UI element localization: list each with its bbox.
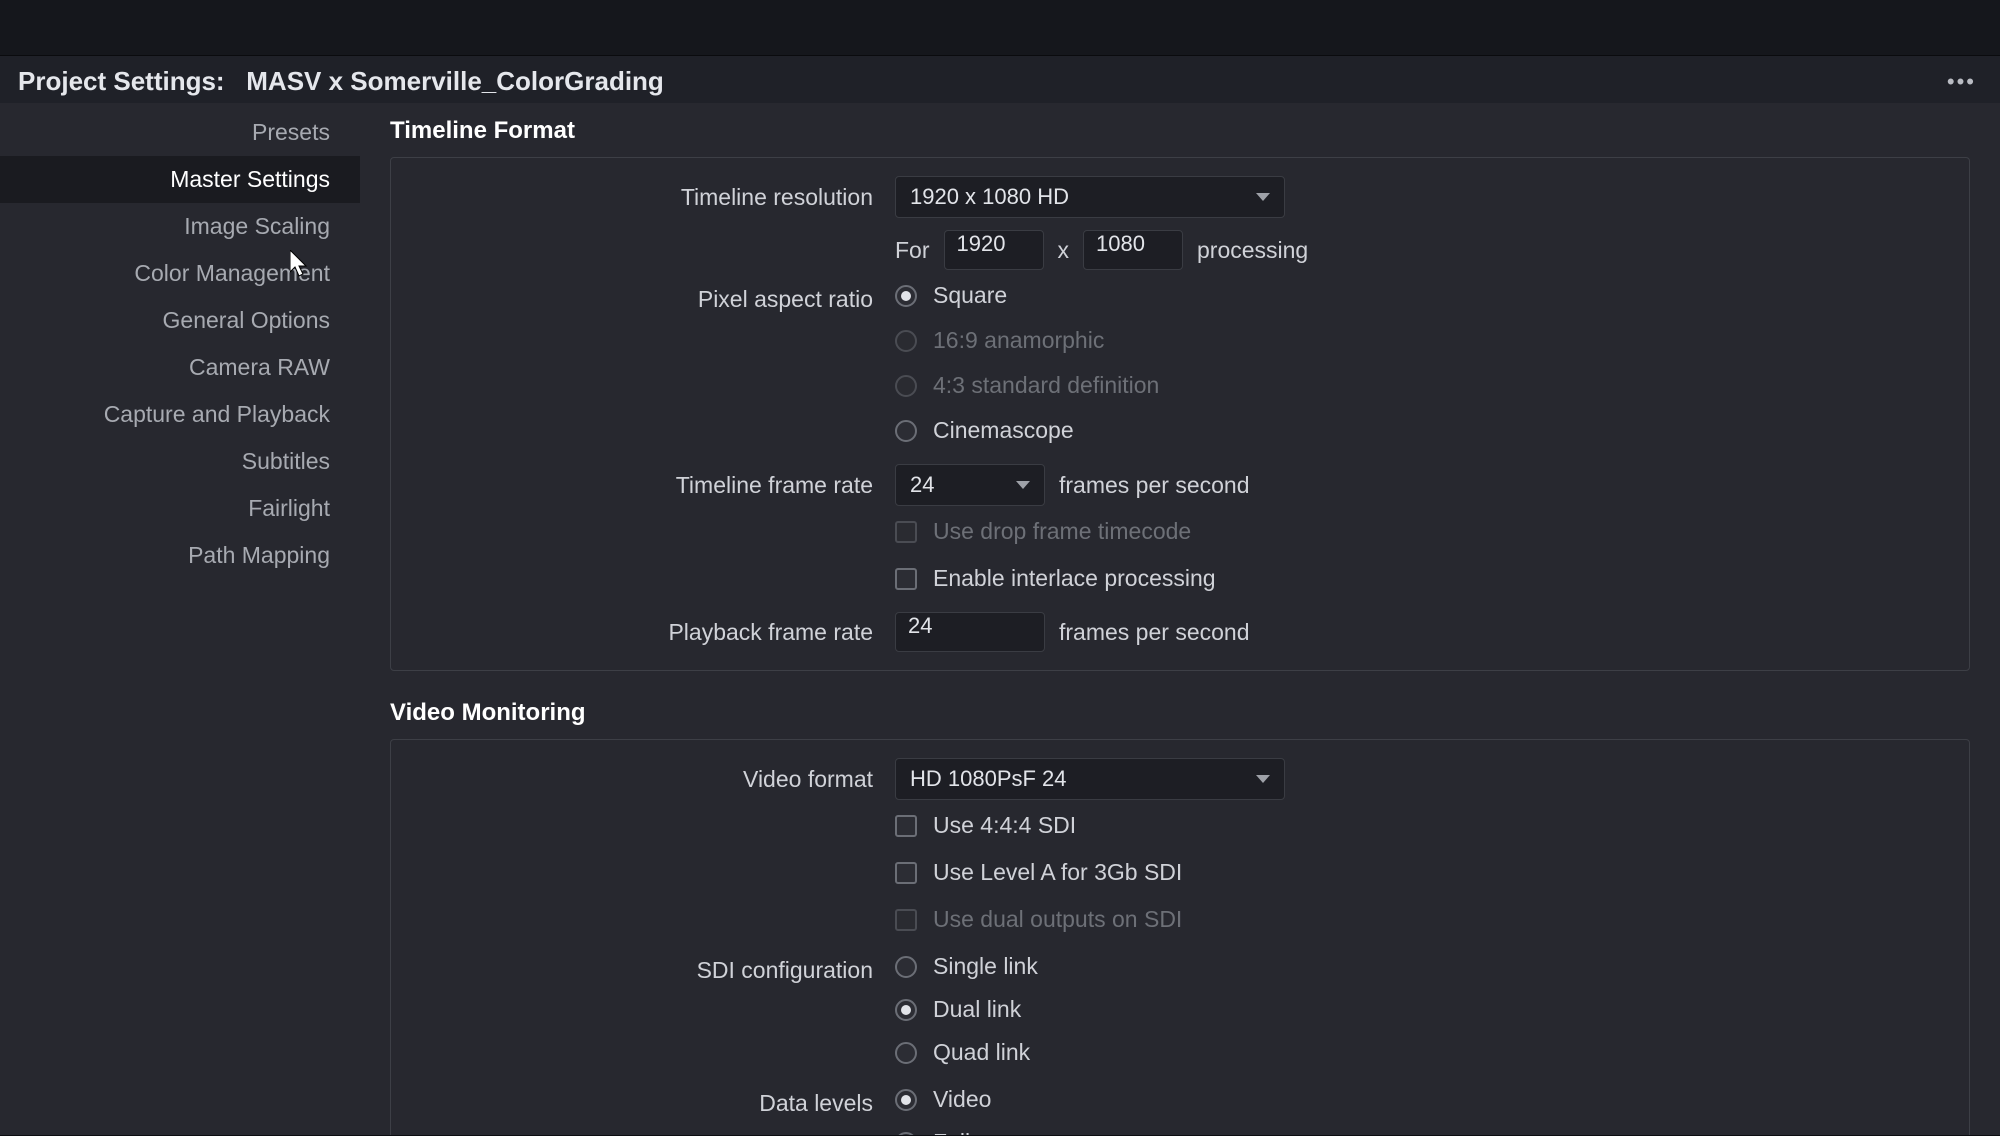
sidebar-item-master-settings[interactable]: Master Settings bbox=[0, 156, 360, 203]
radio-label-169: 16:9 anamorphic bbox=[933, 327, 1104, 354]
radio-sdi-quad[interactable] bbox=[895, 1042, 917, 1064]
sidebar-item-camera-raw[interactable]: Camera RAW bbox=[0, 344, 360, 391]
checkbox-dual-outputs bbox=[895, 909, 917, 931]
sidebar-item-presets[interactable]: Presets bbox=[0, 109, 360, 156]
radio-data-video[interactable] bbox=[895, 1089, 917, 1111]
section-title-video-monitoring: Video Monitoring bbox=[390, 699, 1970, 727]
input-width[interactable]: 1920 bbox=[944, 230, 1044, 270]
section-title-timeline-format: Timeline Format bbox=[390, 117, 1970, 145]
radio-label-sdi-quad: Quad link bbox=[933, 1039, 1030, 1066]
radio-label-data-video: Video bbox=[933, 1086, 991, 1113]
processing-label: processing bbox=[1197, 237, 1308, 264]
radio-label-43: 4:3 standard definition bbox=[933, 372, 1159, 399]
radio-sdi-dual[interactable] bbox=[895, 999, 917, 1021]
checkbox-dropframe bbox=[895, 521, 917, 543]
app-topbar bbox=[0, 0, 2000, 56]
sidebar-item-subtitles[interactable]: Subtitles bbox=[0, 438, 360, 485]
radio-label-sdi-dual: Dual link bbox=[933, 996, 1021, 1023]
checkbox-444-sdi[interactable] bbox=[895, 815, 917, 837]
fps-suffix: frames per second bbox=[1059, 472, 1249, 499]
checkbox-label-dual-outputs: Use dual outputs on SDI bbox=[933, 906, 1182, 933]
checkbox-level-a[interactable] bbox=[895, 862, 917, 884]
label-video-format: Video format bbox=[415, 766, 895, 793]
sidebar-item-general-options[interactable]: General Options bbox=[0, 297, 360, 344]
select-video-format[interactable]: HD 1080PsF 24 bbox=[895, 758, 1285, 800]
chevron-down-icon bbox=[1256, 193, 1270, 201]
chevron-down-icon bbox=[1016, 481, 1030, 489]
input-height[interactable]: 1080 bbox=[1083, 230, 1183, 270]
sidebar-item-capture-playback[interactable]: Capture and Playback bbox=[0, 391, 360, 438]
settings-content: Timeline Format Timeline resolution 1920… bbox=[360, 103, 2000, 1135]
dialog-title: Project Settings: MASV x Somerville_Colo… bbox=[18, 66, 664, 97]
panel-video-monitoring: Video format HD 1080PsF 24 Use 4:4:4 SDI bbox=[390, 739, 1970, 1135]
dialog-body: Presets Master Settings Image Scaling Co… bbox=[0, 103, 2000, 1135]
title-prefix: Project Settings: bbox=[18, 66, 225, 96]
radio-data-full[interactable] bbox=[895, 1132, 917, 1136]
select-value: 1920 x 1080 HD bbox=[910, 184, 1069, 210]
label-timeline-resolution: Timeline resolution bbox=[415, 184, 895, 211]
radio-par-43 bbox=[895, 375, 917, 397]
input-playback-framerate[interactable]: 24 bbox=[895, 612, 1045, 652]
label-pixel-aspect-ratio: Pixel aspect ratio bbox=[415, 282, 895, 313]
checkbox-label-dropframe: Use drop frame timecode bbox=[933, 518, 1191, 545]
radio-label-square: Square bbox=[933, 282, 1007, 309]
label-timeline-framerate: Timeline frame rate bbox=[415, 472, 895, 499]
checkbox-interlace[interactable] bbox=[895, 568, 917, 590]
sidebar-item-fairlight[interactable]: Fairlight bbox=[0, 485, 360, 532]
x-label: x bbox=[1058, 237, 1070, 264]
select-value: HD 1080PsF 24 bbox=[910, 766, 1067, 792]
select-timeline-resolution[interactable]: 1920 x 1080 HD bbox=[895, 176, 1285, 218]
radio-par-cinemascope[interactable] bbox=[895, 420, 917, 442]
sidebar-item-path-mapping[interactable]: Path Mapping bbox=[0, 532, 360, 579]
label-data-levels: Data levels bbox=[415, 1086, 895, 1117]
radio-par-169 bbox=[895, 330, 917, 352]
for-label: For bbox=[895, 237, 930, 264]
checkbox-label-interlace: Enable interlace processing bbox=[933, 565, 1216, 592]
radio-sdi-single[interactable] bbox=[895, 956, 917, 978]
fps-suffix: frames per second bbox=[1059, 619, 1249, 646]
checkbox-label-444-sdi: Use 4:4:4 SDI bbox=[933, 812, 1076, 839]
radio-par-square[interactable] bbox=[895, 285, 917, 307]
options-menu-icon[interactable]: ••• bbox=[1947, 69, 1982, 95]
radio-label-sdi-single: Single link bbox=[933, 953, 1038, 980]
label-sdi-configuration: SDI configuration bbox=[415, 953, 895, 984]
select-value: 24 bbox=[910, 472, 934, 498]
sidebar-item-color-management[interactable]: Color Management bbox=[0, 250, 360, 297]
radio-label-data-full: Full bbox=[933, 1129, 970, 1135]
panel-timeline-format: Timeline resolution 1920 x 1080 HD For 1… bbox=[390, 157, 1970, 671]
label-playback-framerate: Playback frame rate bbox=[415, 619, 895, 646]
chevron-down-icon bbox=[1256, 775, 1270, 783]
checkbox-label-level-a: Use Level A for 3Gb SDI bbox=[933, 859, 1182, 886]
settings-sidebar: Presets Master Settings Image Scaling Co… bbox=[0, 103, 360, 1135]
sidebar-item-image-scaling[interactable]: Image Scaling bbox=[0, 203, 360, 250]
project-name: MASV x Somerville_ColorGrading bbox=[246, 66, 664, 96]
select-timeline-framerate[interactable]: 24 bbox=[895, 464, 1045, 506]
radio-label-cinemascope: Cinemascope bbox=[933, 417, 1074, 444]
dialog-header: Project Settings: MASV x Somerville_Colo… bbox=[0, 56, 2000, 103]
